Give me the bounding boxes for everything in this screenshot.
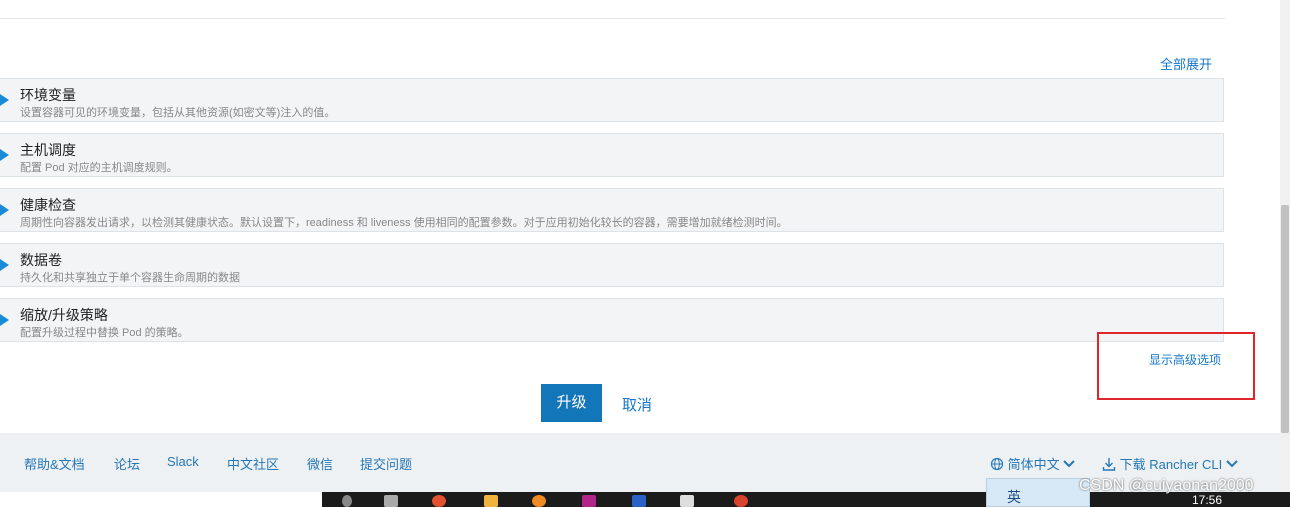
footer-link-file-issue[interactable]: 提交问题 [360, 454, 412, 473]
ime-mode-label: 英 [1007, 489, 1021, 505]
download-cli-label: 下载 Rancher CLI [1119, 457, 1223, 472]
section-description: 配置升级过程中替换 Pod 的策略。 [20, 327, 189, 339]
cancel-button[interactable]: 取消 [622, 394, 652, 415]
section-health-check[interactable]: 健康检查 周期性向容器发出请求，以检测其健康状态。默认设置下，readiness… [0, 188, 1224, 232]
chevron-down-icon [1226, 460, 1238, 468]
section-title: 健康检查 [20, 197, 76, 213]
download-cli-menu[interactable]: 下载 Rancher CLI [1102, 454, 1238, 473]
section-title: 缩放/升级策略 [20, 307, 108, 323]
section-title: 环境变量 [20, 87, 76, 103]
upgrade-button[interactable]: 升级 [541, 384, 602, 422]
footer-link-wechat[interactable]: 微信 [307, 454, 333, 473]
expand-all-link[interactable]: 全部展开 [1160, 54, 1212, 73]
scrollbar-thumb[interactable] [1281, 205, 1289, 433]
section-description: 持久化和共享独立于单个容器生命周期的数据 [20, 272, 240, 284]
expand-arrow-icon [0, 149, 9, 161]
section-scaling-policy[interactable]: 缩放/升级策略 配置升级过程中替换 Pod 的策略。 [0, 298, 1224, 342]
app-icon[interactable] [632, 495, 646, 507]
highlight-annotation-box [1097, 332, 1255, 400]
language-selector[interactable]: 简体中文 [990, 454, 1075, 473]
folder-icon[interactable] [484, 495, 498, 507]
footer-link-forum[interactable]: 论坛 [114, 454, 140, 473]
expand-arrow-icon [0, 204, 9, 216]
task-view-icon[interactable] [384, 495, 398, 507]
footer-link-community[interactable]: 中文社区 [227, 454, 279, 473]
section-env-vars[interactable]: 环境变量 设置容器可见的环境变量，包括从其他资源(如密文等)注入的值。 [0, 78, 1224, 122]
language-label: 简体中文 [1007, 457, 1060, 472]
taskbar-clock[interactable]: 17:56 [1192, 493, 1222, 507]
chevron-down-icon [1063, 460, 1075, 468]
expand-arrow-icon [0, 94, 9, 106]
download-icon [1102, 458, 1116, 471]
watermark-text: CSDN @cuiyaonan2000 [1079, 477, 1254, 494]
section-volumes[interactable]: 数据卷 持久化和共享独立于单个容器生命周期的数据 [0, 243, 1224, 287]
ime-tray[interactable]: 英 [986, 478, 1090, 507]
section-scheduling[interactable]: 主机调度 配置 Pod 对应的主机调度规则。 [0, 133, 1224, 177]
section-description: 设置容器可见的环境变量，包括从其他资源(如密文等)注入的值。 [20, 107, 336, 119]
expand-arrow-icon [0, 314, 9, 326]
notepad-icon[interactable] [680, 495, 694, 507]
search-icon[interactable] [342, 495, 352, 507]
app-icon[interactable] [734, 495, 748, 507]
app-icon[interactable] [532, 495, 546, 507]
footer-link-help-docs[interactable]: 帮助&文档 [24, 454, 85, 473]
app-icon[interactable] [432, 495, 446, 507]
expand-arrow-icon [0, 259, 9, 271]
top-divider [0, 18, 1225, 19]
section-title: 主机调度 [20, 142, 76, 158]
section-description: 配置 Pod 对应的主机调度规则。 [20, 162, 178, 174]
ide-icon[interactable] [582, 495, 596, 507]
section-description: 周期性向容器发出请求，以检测其健康状态。默认设置下，readiness 和 li… [20, 217, 788, 229]
section-title: 数据卷 [20, 252, 62, 268]
globe-icon [990, 457, 1004, 471]
footer-link-slack[interactable]: Slack [167, 454, 199, 469]
